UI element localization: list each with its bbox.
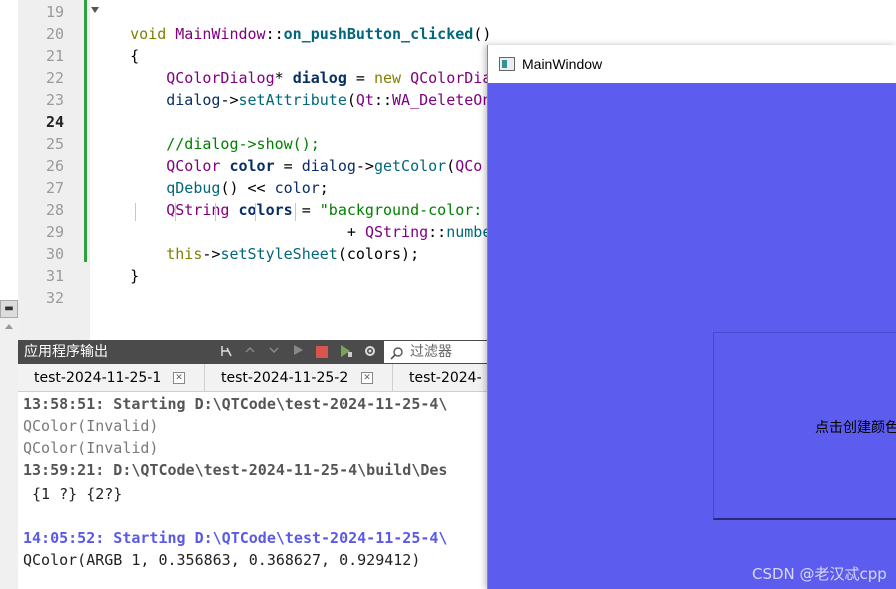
- line-number: 30: [45, 245, 64, 263]
- output-tabs: test-2024-11-25-1 ✕ test-2024-11-25-2 ✕ …: [18, 364, 488, 414]
- code-line-29[interactable]: this->setStyleSheet(colors);: [94, 221, 419, 263]
- window-titlebar[interactable]: MainWindow: [488, 45, 896, 83]
- side-scrollbar[interactable]: [0, 318, 18, 589]
- code-line-27[interactable]: QString colors = "background-color:: [94, 177, 482, 219]
- code-token: }: [130, 267, 140, 285]
- code-line-28[interactable]: + QString::number(: [94, 199, 510, 241]
- scroll-up-icon[interactable]: [5, 324, 13, 329]
- output-tab[interactable]: test-2024-11-25-2 ✕: [205, 364, 393, 392]
- output-line: QColor(ARGB 1, 0.356863, 0.368627, 0.929…: [23, 551, 421, 569]
- code-token: (): [473, 25, 492, 43]
- code-line-22[interactable]: dialog->setAttribute(Qt::WA_DeleteOn: [94, 67, 491, 109]
- code-token: WA_DeleteOn: [392, 91, 492, 109]
- code-line-26[interactable]: qDebug() << color;: [94, 155, 329, 197]
- line-number: 29: [45, 223, 64, 241]
- code-token: Qt: [355, 91, 374, 109]
- create-color-button-label: 点击创建颜色: [815, 420, 896, 436]
- window-client-area: 点击创建颜色: [488, 83, 896, 589]
- code-line-20[interactable]: {: [94, 23, 139, 65]
- code-token: (: [446, 157, 456, 175]
- filter-placeholder: 过滤器: [410, 344, 452, 360]
- line-number: 27: [45, 179, 64, 197]
- stop-icon[interactable]: [316, 346, 328, 358]
- code-token: ::: [265, 25, 284, 43]
- chevron-up-icon[interactable]: [242, 344, 258, 360]
- watermark: CSDN @老汉忒cpp: [752, 565, 887, 583]
- line-number: 19: [45, 3, 64, 21]
- code-token: ->: [355, 157, 374, 175]
- code-token: on_pushButton_clicked: [283, 25, 474, 43]
- output-tab-label: test-2024-11-25-1: [34, 370, 162, 386]
- output-line: {1 ?} {2?}: [23, 485, 123, 503]
- code-token: setStyleSheet: [220, 245, 338, 263]
- editor-left-strip: [0, 0, 18, 300]
- changed-lines-marker: [84, 0, 87, 262]
- chevron-down-icon[interactable]: [266, 344, 282, 360]
- main-window[interactable]: MainWindow 点击创建颜色: [487, 45, 896, 589]
- debug-run-icon[interactable]: [338, 344, 354, 360]
- line-number: 25: [45, 135, 64, 153]
- output-tab-label: test-2024-11-25-2: [221, 370, 349, 386]
- create-color-button[interactable]: 点击创建颜色: [713, 332, 896, 520]
- search-icon: [390, 343, 404, 364]
- code-token: MainWindow: [175, 25, 266, 43]
- line-number: 20: [45, 25, 64, 43]
- clear-output-icon[interactable]: [218, 344, 234, 360]
- run-icon[interactable]: [290, 344, 306, 360]
- code-token: ->: [202, 245, 221, 263]
- line-number: 32: [45, 289, 64, 307]
- line-number-gutter: 19 20 21 22 23 24 25 26 27 28 29 30 31 3…: [18, 0, 99, 340]
- output-tab[interactable]: test-2024-11-25-1 ✕: [18, 364, 205, 392]
- output-pane-title: 应用程序输出: [24, 344, 108, 360]
- line-number: 22: [45, 69, 64, 87]
- code-token: (colors);: [337, 245, 420, 263]
- code-token: (: [346, 91, 356, 109]
- line-number: 28: [45, 201, 64, 219]
- code-line-30[interactable]: }: [94, 243, 139, 285]
- code-line-25[interactable]: QColor color = dialog->getColor(QCo: [94, 133, 482, 175]
- output-line: 14:05:52: Starting D:\QTCode\test-2024-1…: [23, 529, 448, 547]
- output-filter-input[interactable]: 过滤器: [384, 341, 488, 363]
- close-icon[interactable]: ✕: [173, 372, 185, 384]
- output-tab[interactable]: test-2024-1: [393, 364, 488, 414]
- output-line: 13:58:51: Starting D:\QTCode\test-2024-1…: [23, 395, 448, 413]
- line-number: 23: [45, 91, 64, 109]
- code-token: ->: [220, 91, 239, 109]
- output-line: QColor(Invalid): [23, 417, 159, 435]
- line-number-current: 24: [45, 113, 64, 131]
- code-token: QCo: [455, 157, 483, 175]
- line-number: 26: [45, 157, 64, 175]
- code-line-24[interactable]: //dialog->show();: [94, 111, 320, 153]
- code-token: getColor: [373, 157, 447, 175]
- output-log[interactable]: 13:58:51: Starting D:\QTCode\test-2024-1…: [18, 392, 488, 589]
- gear-icon[interactable]: [362, 344, 378, 360]
- code-token: ::: [428, 223, 447, 241]
- output-line: 13:59:21: D:\QTCode\test-2024-11-25-4\bu…: [23, 461, 448, 479]
- app-icon: [499, 57, 515, 71]
- code-line-21[interactable]: QColorDialog* dialog = new QColorDia: [94, 45, 491, 87]
- line-number: 31: [45, 267, 64, 285]
- code-token: dialog: [166, 91, 221, 109]
- code-token: this: [166, 245, 203, 263]
- side-panel-toggle-button[interactable]: ▬: [0, 300, 18, 318]
- line-number: 21: [45, 47, 64, 65]
- close-icon[interactable]: ✕: [361, 372, 373, 384]
- code-token: ::: [373, 91, 393, 109]
- output-line: QColor(Invalid): [23, 439, 159, 457]
- window-title: MainWindow: [522, 56, 603, 72]
- code-token: setAttribute: [238, 91, 347, 109]
- code-line-19[interactable]: void MainWindow::on_pushButton_clicked(): [94, 1, 491, 43]
- output-pane-header: 应用程序输出 过滤器: [18, 340, 488, 364]
